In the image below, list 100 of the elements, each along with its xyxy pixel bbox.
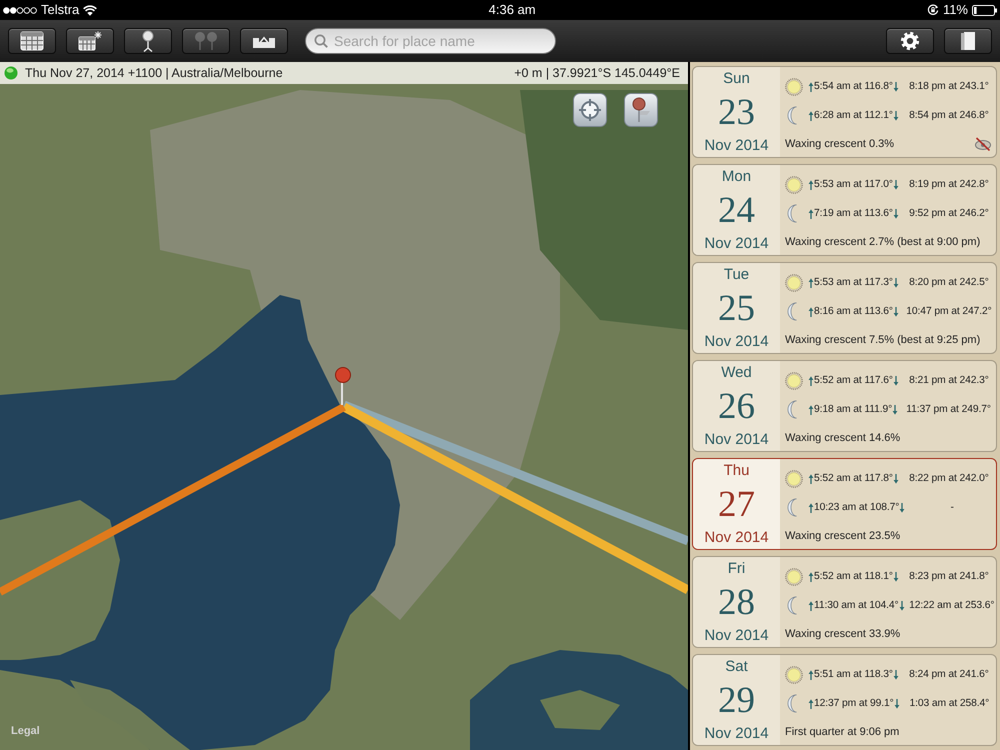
month-label: Nov 2014 xyxy=(704,725,769,743)
sun-icon xyxy=(785,372,803,390)
down-arrow-icon xyxy=(894,698,900,709)
sunrise-time: 5:53 am at 117.3° xyxy=(814,276,893,290)
up-arrow-icon xyxy=(808,110,814,121)
sunrise-time: 5:51 am at 118.3° xyxy=(814,668,893,682)
sunset-time: 8:23 pm at 241.8° xyxy=(909,570,989,582)
calendar-star-icon xyxy=(78,31,102,51)
moonrise-time: 6:28 am at 112.1° xyxy=(814,109,893,124)
moonrise-time: 7:19 am at 113.6° xyxy=(814,207,893,222)
calendar-button[interactable] xyxy=(8,28,56,54)
weekday-label: Tue xyxy=(724,266,750,284)
weekday-label: Thu xyxy=(724,462,750,480)
sunset-time: 8:24 pm at 241.6° xyxy=(909,668,989,680)
coordinates-label: +0 m | 37.9921°S 145.0449°E xyxy=(514,64,680,82)
moonset-time: 9:52 pm at 246.2° xyxy=(909,208,989,220)
down-arrow-icon xyxy=(892,110,899,121)
day-card[interactable]: Sat 29 Nov 2014 5:51 am at 118.3° 8:24 pm at 241.6° 12:37 pm at 99.1° 1:03 am at 258.4° First quarter at 9:06 pm xyxy=(692,654,997,746)
pins-icon xyxy=(193,31,219,51)
month-label: Nov 2014 xyxy=(704,431,769,449)
sun-icon xyxy=(785,78,803,96)
weekday-label: Fri xyxy=(728,560,746,578)
down-arrow-icon xyxy=(892,82,899,92)
sunset-time: 8:18 pm at 243.1° xyxy=(909,80,989,92)
day-card[interactable]: Wed 26 Nov 2014 5:52 am at 117.6° 8:21 pm at 242.3° 9:18 am at 111.9° 11:37 pm at 249.7° Waxing crescent 14.6% xyxy=(692,360,997,452)
sunrise-time: 5:54 am at 116.8° xyxy=(814,80,893,94)
settings-icon xyxy=(900,31,920,51)
moonset-time: 10:47 pm at 247.2° xyxy=(906,306,992,318)
down-arrow-icon xyxy=(892,474,899,484)
tray-button[interactable] xyxy=(240,28,288,54)
up-arrow-icon xyxy=(808,670,814,680)
up-arrow-icon xyxy=(808,376,814,386)
wifi-icon xyxy=(83,4,98,16)
sunset-time: 8:20 pm at 242.5° xyxy=(909,276,989,288)
status-dot-icon xyxy=(4,66,18,80)
calendar-star-button[interactable] xyxy=(66,28,114,54)
day-card[interactable]: Tue 25 Nov 2014 5:53 am at 117.3° 8:20 pm at 242.5° 8:16 am at 113.6° 10:47 pm at 247.2° Waxing crescent 7.5% (best at 9:25 pm) xyxy=(692,262,997,354)
up-arrow-icon xyxy=(808,502,814,513)
up-arrow-icon xyxy=(808,474,814,484)
day-card[interactable]: Sun 23 Nov 2014 5:54 am at 116.8° 8:18 pm at 243.1° 6:28 am at 112.1° 8:54 pm at 246.8° Waxing crescent 0.3% xyxy=(692,66,997,158)
month-label: Nov 2014 xyxy=(704,235,769,253)
weekday-label: Wed xyxy=(721,364,752,382)
search-field[interactable]: Search for place name xyxy=(305,28,556,54)
moon-phase-label: Waxing crescent 14.6% xyxy=(785,430,900,446)
crosshair-icon xyxy=(578,98,602,122)
weekday-label: Mon xyxy=(722,168,752,186)
day-card[interactable]: Fri 28 Nov 2014 5:52 am at 118.1° 8:23 pm at 241.8° 11:30 am at 104.4° 12:22 am at 253.6° Waxing crescent 33.9% xyxy=(692,556,997,648)
moon-phase-label: First quarter at 9:06 pm xyxy=(785,724,900,740)
moonrise-time: 10:23 am at 108.7° xyxy=(814,501,900,516)
down-arrow-icon xyxy=(892,278,899,288)
down-arrow-icon xyxy=(892,572,899,582)
down-arrow-icon xyxy=(892,208,899,219)
weekday-label: Sat xyxy=(725,658,748,676)
day-card[interactable]: Mon 24 Nov 2014 5:53 am at 117.0° 8:19 pm at 242.8° 7:19 am at 113.6° 9:52 pm at 246.2° Waxing crescent 2.7% (best at 9:00 pm) xyxy=(692,164,997,256)
down-arrow-icon xyxy=(898,600,905,611)
drop-pin-button[interactable] xyxy=(624,93,658,127)
rotation-lock-icon xyxy=(926,4,939,16)
day-number: 29 xyxy=(718,682,755,720)
pin-button[interactable] xyxy=(124,28,172,54)
up-arrow-icon xyxy=(808,404,814,415)
pin-icon xyxy=(630,96,652,124)
month-label: Nov 2014 xyxy=(704,529,769,547)
up-arrow-icon xyxy=(808,82,814,92)
settings-button[interactable] xyxy=(886,28,934,54)
month-label: Nov 2014 xyxy=(704,137,769,155)
moonset-time: 11:37 pm at 249.7° xyxy=(906,404,991,416)
day-number: 28 xyxy=(718,584,755,622)
location-pin-icon[interactable] xyxy=(335,367,351,405)
sun-icon xyxy=(785,470,803,488)
up-arrow-icon xyxy=(808,278,814,288)
book-button[interactable] xyxy=(944,28,992,54)
sunset-time: 8:21 pm at 242.3° xyxy=(909,374,989,386)
moonset-time: 8:54 pm at 246.8° xyxy=(909,110,989,122)
down-arrow-icon xyxy=(892,670,899,680)
day-number: 26 xyxy=(718,388,755,426)
day-card[interactable]: Thu 27 Nov 2014 5:52 am at 117.8° 8:22 pm at 242.0° 10:23 am at 108.7° - Waxing crescent 23.5% xyxy=(692,458,997,550)
locate-button[interactable] xyxy=(573,93,607,127)
day-number: 24 xyxy=(718,192,755,230)
moonset-time: 1:03 am at 258.4° xyxy=(910,698,990,710)
down-arrow-icon xyxy=(892,306,899,317)
sun-icon xyxy=(785,274,803,292)
month-label: Nov 2014 xyxy=(704,333,769,351)
moonrise-time: 9:18 am at 111.9° xyxy=(814,403,892,418)
down-arrow-icon xyxy=(892,376,899,386)
sunrise-time: 5:52 am at 118.1° xyxy=(814,570,893,584)
battery-icon xyxy=(972,4,997,16)
moonset-time: - xyxy=(950,502,954,514)
down-arrow-icon xyxy=(899,502,906,513)
moon-phase-label: Waxing crescent 23.5% xyxy=(785,528,900,544)
sunrise-time: 5:53 am at 117.0° xyxy=(814,178,893,192)
down-arrow-icon xyxy=(892,180,899,190)
day-number: 25 xyxy=(718,290,755,328)
moonrise-time: 12:37 pm at 99.1° xyxy=(814,697,894,712)
moon-phase-label: Waxing crescent 0.3% xyxy=(785,136,894,152)
up-arrow-icon xyxy=(808,600,814,611)
battery-percentage: 11% xyxy=(942,2,968,18)
sun-icon xyxy=(785,666,803,684)
up-arrow-icon xyxy=(808,698,814,709)
pin-icon xyxy=(141,30,155,52)
carrier-label: Telstra xyxy=(41,2,80,18)
